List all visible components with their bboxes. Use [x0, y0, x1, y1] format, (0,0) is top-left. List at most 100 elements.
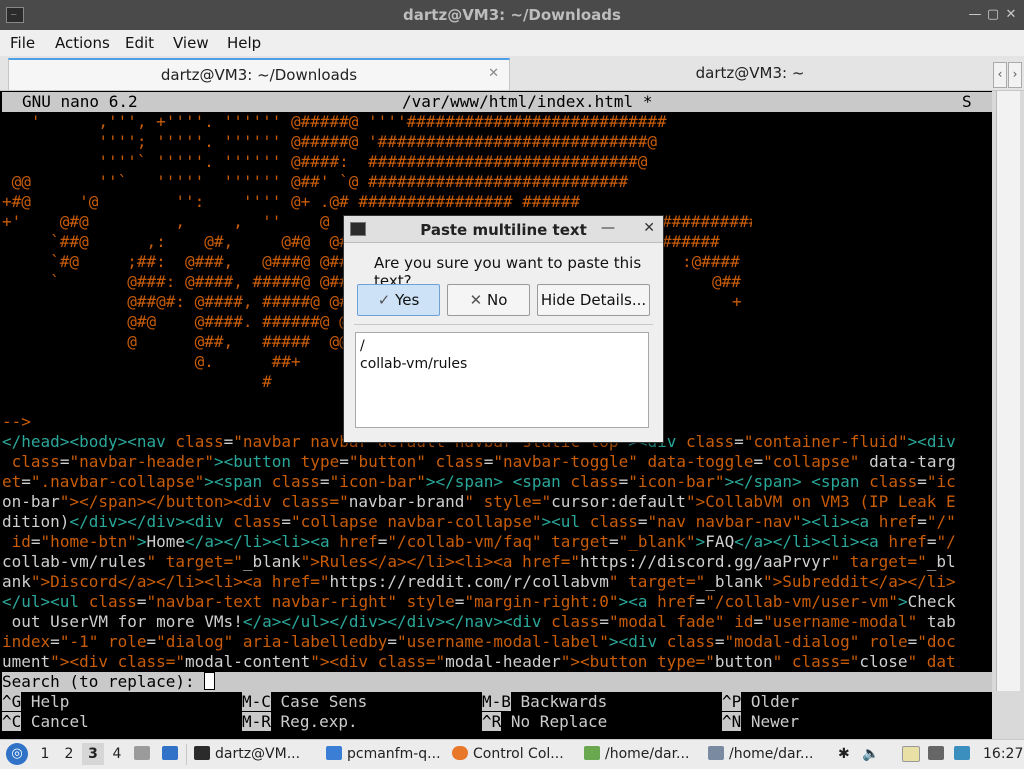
scrollbar-thumb[interactable]: [996, 91, 1020, 691]
menu-view[interactable]: View: [173, 34, 209, 52]
folder-icon: [326, 746, 342, 760]
paste-text-line: /: [360, 338, 365, 354]
clock[interactable]: 16:27: [983, 746, 1023, 762]
workspace-1[interactable]: 1: [34, 743, 56, 765]
html-line: on-bar"></span></button><div class="navb…: [2, 492, 956, 511]
shortcut-help: ^G Help: [2, 692, 70, 711]
ascii-right: +: [732, 292, 742, 311]
ascii-right: ##########: [662, 212, 752, 231]
task-home-1[interactable]: /home/dar...: [584, 746, 702, 762]
search-prompt: Search (to replace):: [2, 672, 205, 691]
yes-button[interactable]: ✓ Yes: [357, 284, 440, 316]
menu-actions[interactable]: Actions: [55, 34, 110, 52]
ascii-line: ''''; '''''. '''''' @#####@ '###########…: [2, 132, 658, 151]
paste-text-view[interactable]: / collab-vm/rules: [355, 332, 649, 428]
monitor-icon[interactable]: [928, 746, 949, 762]
start-menu-icon[interactable]: ◎: [6, 743, 28, 765]
show-desktop-icon[interactable]: [162, 746, 183, 762]
tab-bar: dartz@VM3: ~/Downloads ✕ dartz@VM3: ~ ‹ …: [0, 56, 1024, 91]
taskbar-separator: [186, 744, 187, 765]
ascii-right: ######: [662, 232, 720, 251]
minimize-icon[interactable]: —: [601, 220, 615, 236]
taskbar: ◎ 1 2 3 4 dartz@VM... pcmanfm-q... Contr…: [0, 739, 1024, 769]
shortcut-regexp: M-R Reg.exp.: [242, 712, 358, 731]
nano-search-bar[interactable]: Search (to replace):: [2, 672, 992, 692]
nano-header: GNU nano 6.2/var/www/html/index.html * S: [2, 92, 992, 112]
maximize-icon[interactable]: ▢: [986, 8, 1000, 22]
no-label: No: [486, 291, 508, 309]
html-line: </ul><ul class="navbar-text navbar-right…: [2, 592, 956, 611]
hide-details-label: Hide Details...: [540, 291, 647, 309]
firefox-icon: [452, 746, 468, 760]
shortcut-cancel: ^C Cancel: [2, 712, 89, 731]
workspace-2[interactable]: 2: [58, 743, 80, 765]
tab-home[interactable]: dartz@VM3: ~: [510, 58, 990, 88]
workspace-4[interactable]: 4: [106, 743, 128, 765]
task-terminal[interactable]: dartz@VM...: [194, 746, 312, 762]
html-line: index="-1" role="dialog" aria-labelledby…: [2, 632, 956, 651]
task-label: Control Col...: [473, 746, 564, 762]
clipboard-icon[interactable]: [902, 746, 925, 764]
yes-label: Yes: [395, 291, 420, 309]
html-line: ank">Discord</a></li><li><a href="https:…: [2, 572, 956, 591]
x-icon: ✕: [469, 291, 487, 309]
network-icon[interactable]: [954, 746, 975, 762]
tab-scroll-right-icon[interactable]: ›: [1008, 62, 1022, 88]
tab-close-icon[interactable]: ✕: [488, 66, 499, 81]
hide-details-button[interactable]: Hide Details...: [537, 284, 650, 316]
html-line: dition)</div></div><div class="collapse …: [2, 512, 956, 531]
terminal-scrollbar[interactable]: [992, 91, 1024, 739]
close-icon[interactable]: ✕: [643, 220, 655, 236]
shortcut-case-sens: M-C Case Sens: [242, 692, 368, 711]
shortcut-backwards: M-B Backwards: [482, 692, 608, 711]
paste-dialog: Paste multiline text — ✕ Are you sure yo…: [343, 215, 664, 443]
shortcut-newer: ^N Newer: [722, 712, 800, 731]
ascii-line: ''''` '''''. '''''' @####: #############…: [2, 152, 648, 171]
tab-scroll-left-icon[interactable]: ‹: [993, 62, 1007, 88]
shortcut-older: ^P Older: [722, 692, 800, 711]
paste-text-line: collab-vm/rules: [360, 356, 468, 372]
dialog-divider: [354, 324, 653, 325]
ascii-line: ' ,''', +''''. '''''' @#####@ ''''######…: [2, 112, 667, 131]
file-manager-launcher-icon[interactable]: [134, 746, 155, 762]
html-line: id="home-btn">Home</a></li><li><a href="…: [11, 532, 956, 551]
volume-icon[interactable]: 🔈: [862, 746, 879, 762]
dialog-title: Paste multiline text: [420, 221, 587, 239]
html-line: class="navbar-header"><button type="butt…: [11, 452, 956, 471]
text-cursor: [204, 672, 216, 690]
task-label: pcmanfm-q...: [347, 746, 441, 762]
ascii-right: @##: [712, 272, 741, 291]
task-firefox[interactable]: Control Col...: [452, 746, 576, 762]
task-label: dartz@VM...: [215, 746, 301, 762]
menu-file[interactable]: File: [10, 34, 35, 52]
html-line: ument"><div class="modal-content"><div c…: [2, 652, 956, 671]
check-icon: ✓: [377, 291, 396, 309]
workspace-3[interactable]: 3: [82, 743, 104, 765]
tab-label: dartz@VM3: ~/Downloads: [160, 66, 358, 84]
nano-filename: /var/www/html/index.html *: [402, 92, 653, 111]
dialog-titlebar: Paste multiline text — ✕: [344, 216, 663, 243]
window-title: dartz@VM3: ~/Downloads: [403, 6, 621, 24]
task-pcmanfm[interactable]: pcmanfm-q...: [326, 746, 444, 762]
close-icon[interactable]: ✕: [1004, 8, 1018, 22]
menu-bar: File Actions Edit View Help: [0, 30, 1024, 56]
menu-edit[interactable]: Edit: [125, 34, 154, 52]
file-icon: [584, 746, 600, 760]
html-line: et=".navbar-collapse"><span class="icon-…: [2, 472, 956, 491]
menu-help[interactable]: Help: [227, 34, 261, 52]
shortcut-no-replace: ^R No Replace: [482, 712, 608, 731]
tab-downloads[interactable]: dartz@VM3: ~/Downloads ✕: [8, 58, 510, 90]
minimize-icon[interactable]: —: [968, 8, 982, 22]
nano-flag: S: [962, 92, 972, 111]
ascii-right: :@####: [682, 252, 740, 271]
task-label: /home/dar...: [729, 746, 814, 762]
no-button[interactable]: ✕ No: [447, 284, 530, 316]
bluetooth-icon[interactable]: ✱: [838, 746, 850, 762]
nano-version: GNU nano 6.2: [22, 92, 138, 111]
task-home-2[interactable]: /home/dar...: [708, 746, 826, 762]
tab-label: dartz@VM3: ~: [695, 64, 805, 82]
ascii-line: @@ ''` ''''' '''''' @##' `@ ############…: [2, 172, 629, 191]
task-label: /home/dar...: [605, 746, 690, 762]
editor-icon: [708, 746, 724, 760]
html-line: collab-vm/rules" target="_blank">Rules</…: [2, 552, 956, 571]
